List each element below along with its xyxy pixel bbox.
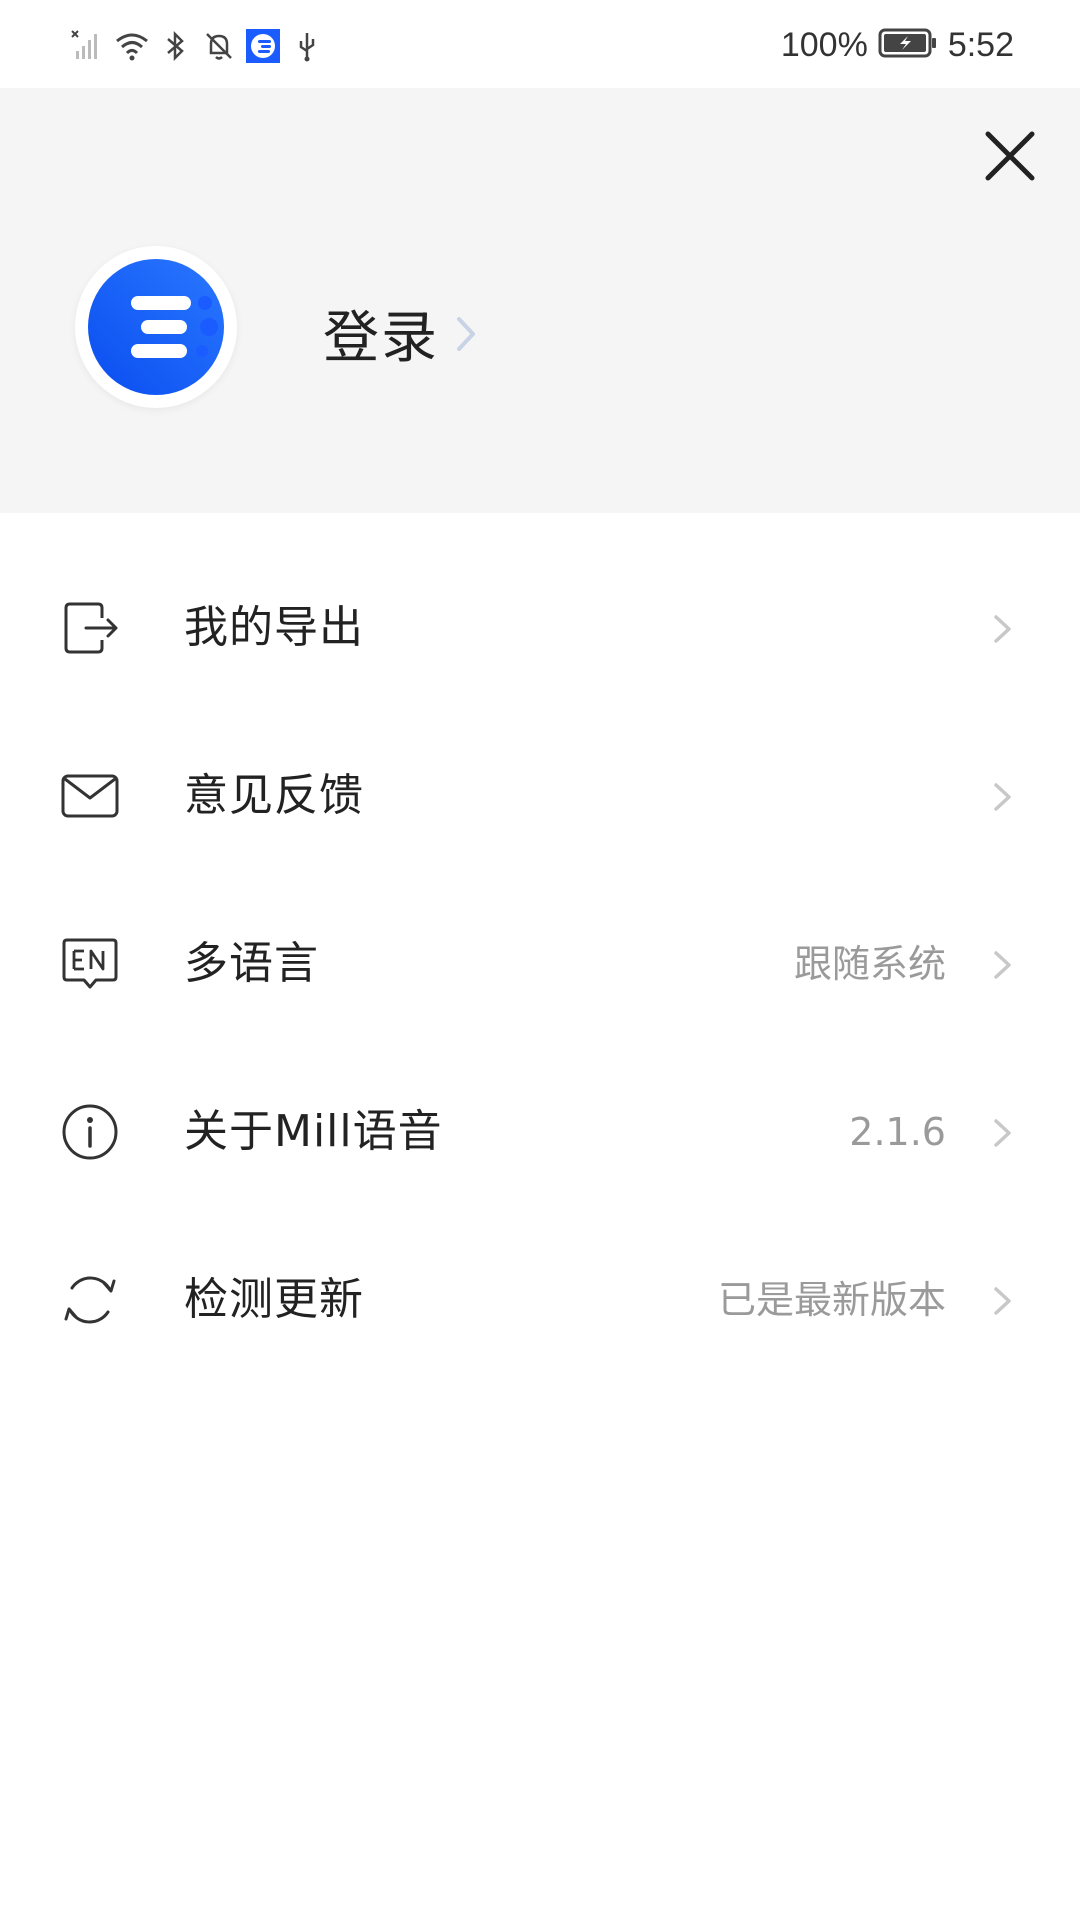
close-button[interactable] xyxy=(982,128,1038,184)
menu-item-label: 意见反馈 xyxy=(184,770,364,821)
menu-item-about[interactable]: 关于Mill语音 2.1.6 xyxy=(0,1047,1080,1215)
chevron-right-icon xyxy=(994,1119,1011,1147)
signal-off-icon xyxy=(70,29,104,63)
chevron-right-icon xyxy=(994,615,1011,643)
info-icon xyxy=(62,1104,118,1160)
login-label: 登录 xyxy=(323,306,439,371)
status-icons-left xyxy=(70,24,324,68)
menu-item-label: 关于Mill语音 xyxy=(184,1106,443,1157)
menu-item-value: 跟随系统 xyxy=(793,942,946,986)
menu-item-language[interactable]: 多语言 跟随系统 xyxy=(0,879,1080,1047)
mail-icon xyxy=(61,774,119,818)
mute-bell-icon xyxy=(202,29,236,63)
close-icon xyxy=(985,131,1035,181)
chevron-right-icon xyxy=(994,1287,1011,1315)
status-icons-right: 100% 5:52 xyxy=(781,22,1014,68)
chevron-right-icon xyxy=(994,783,1011,811)
wifi-icon xyxy=(114,29,148,63)
status-bar: 100% 5:52 xyxy=(0,0,1080,88)
menu-item-label: 我的导出 xyxy=(184,602,364,653)
profile-header: 登录 xyxy=(0,88,1080,513)
menu-item-value: 2.1.6 xyxy=(849,1110,946,1154)
clock: 5:52 xyxy=(947,25,1014,64)
language-en-icon xyxy=(62,938,118,989)
menu-item-my-exports[interactable]: 我的导出 xyxy=(0,543,1080,711)
export-icon xyxy=(64,602,118,654)
battery-percent: 100% xyxy=(780,25,868,64)
usb-icon xyxy=(290,29,324,63)
battery-charging-icon xyxy=(878,27,938,63)
refresh-icon xyxy=(64,1276,116,1324)
app-notification-icon xyxy=(246,29,280,63)
chevron-right-icon xyxy=(457,316,475,351)
app-logo-icon xyxy=(88,259,224,395)
menu-item-label: 检测更新 xyxy=(184,1274,364,1325)
menu-item-value: 已是最新版本 xyxy=(717,1278,946,1322)
avatar[interactable] xyxy=(75,246,237,408)
bluetooth-icon xyxy=(158,29,192,63)
menu-item-feedback[interactable]: 意见反馈 xyxy=(0,711,1080,879)
menu-item-check-update[interactable]: 检测更新 已是最新版本 xyxy=(0,1215,1080,1383)
menu-item-label: 多语言 xyxy=(184,938,319,989)
chevron-right-icon xyxy=(994,951,1011,979)
settings-menu: 我的导出 意见反馈 多语言 跟随系统 关于Mill语音 2.1.6 检测更新 已… xyxy=(0,543,1080,1383)
login-link[interactable]: 登录 xyxy=(323,293,477,374)
